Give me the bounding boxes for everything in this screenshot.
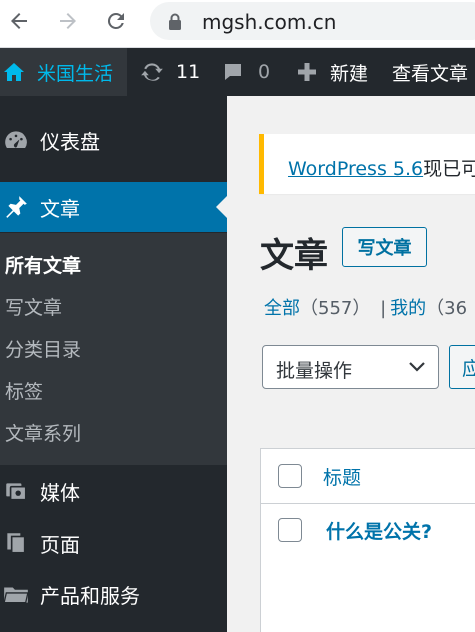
lock-icon xyxy=(169,13,181,30)
submenu-item-new-post[interactable]: 写文章 xyxy=(5,293,62,320)
sidebar-item-pages[interactable]: 页面 xyxy=(0,518,227,568)
sidebar-item-label: 产品和服务 xyxy=(40,583,140,608)
reload-button[interactable] xyxy=(101,6,131,36)
notice-update-link[interactable]: WordPress 5.6 xyxy=(288,158,423,180)
submenu-item-series[interactable]: 文章系列 xyxy=(5,419,81,446)
comments-icon[interactable] xyxy=(221,48,245,96)
table-header: 标题 xyxy=(261,449,475,504)
row-checkbox[interactable] xyxy=(278,518,302,542)
bulk-action-select[interactable]: 批量操作 xyxy=(262,345,439,389)
pin-icon xyxy=(2,193,30,221)
post-status-filters: 全部（557） | 我的（36 xyxy=(264,294,467,320)
filter-mine-link[interactable]: 我的 xyxy=(390,298,426,319)
home-icon[interactable] xyxy=(2,48,26,96)
post-title-link[interactable]: 什么是公关? xyxy=(326,517,432,544)
url-text: mgsh.com.cn xyxy=(202,10,337,34)
submenu-item-tags[interactable]: 标签 xyxy=(5,377,43,404)
sidebar-item-posts[interactable]: 文章 xyxy=(0,182,227,232)
wp-admin-bar: 米国生活 11 0 新建 查看文章 xyxy=(0,48,475,96)
media-icon xyxy=(2,477,30,505)
add-new-post-button[interactable]: 写文章 xyxy=(342,227,427,267)
current-menu-arrow xyxy=(216,196,227,218)
screen: mgsh.com.cn 米国生活 11 0 新建 查看文章 仪表盘 文章 所有文… xyxy=(0,0,475,632)
select-all-checkbox[interactable] xyxy=(278,464,302,488)
page-icon xyxy=(2,529,30,557)
posts-submenu: 所有文章 写文章 分类目录 标签 文章系列 xyxy=(0,233,227,465)
notice-text: WordPress 5.6现已可 xyxy=(288,154,475,181)
updates-icon[interactable] xyxy=(139,48,165,96)
browser-toolbar: mgsh.com.cn xyxy=(0,0,475,48)
address-bar[interactable]: mgsh.com.cn xyxy=(150,2,475,40)
dashboard-icon xyxy=(2,126,30,154)
sidebar-item-label: 页面 xyxy=(40,532,80,557)
filter-separator: | xyxy=(380,298,387,319)
sidebar-item-label: 仪表盘 xyxy=(40,129,100,154)
back-button[interactable] xyxy=(4,6,34,36)
arrow-right-icon xyxy=(60,13,76,29)
notice-rest: 现已可 xyxy=(423,158,475,180)
folder-icon xyxy=(2,580,30,608)
admin-sidebar: 仪表盘 文章 所有文章 写文章 分类目录 标签 文章系列 媒体 页面 产品和服务 xyxy=(0,96,227,632)
filter-mine-count: （36 xyxy=(426,298,468,319)
arrow-left-icon xyxy=(11,13,27,29)
posts-table: 标题 什么是公关? xyxy=(260,448,475,632)
column-title-header[interactable]: 标题 xyxy=(323,463,361,490)
bulk-action-value: 批量操作 xyxy=(276,360,353,382)
update-notice: WordPress 5.6现已可 xyxy=(259,134,475,194)
reload-icon xyxy=(107,12,124,29)
sidebar-item-dashboard[interactable]: 仪表盘 xyxy=(0,115,227,165)
plus-icon[interactable] xyxy=(296,48,318,96)
view-posts-link[interactable]: 查看文章 xyxy=(392,48,468,96)
sidebar-item-media[interactable]: 媒体 xyxy=(0,466,227,516)
forward-button[interactable] xyxy=(53,6,83,36)
comments-count[interactable]: 0 xyxy=(258,48,270,96)
page-title: 文章 xyxy=(260,236,328,276)
submenu-item-all-posts[interactable]: 所有文章 xyxy=(5,251,81,278)
sidebar-item-products[interactable]: 产品和服务 xyxy=(0,569,227,619)
main-content: WordPress 5.6现已可 文章 写文章 全部（557） | 我的（36 批… xyxy=(227,96,475,632)
submenu-item-categories[interactable]: 分类目录 xyxy=(5,335,81,362)
site-name-link[interactable]: 米国生活 xyxy=(37,48,113,96)
new-content-link[interactable]: 新建 xyxy=(330,48,368,96)
filter-all-link[interactable]: 全部 xyxy=(264,298,300,319)
chevron-down-icon xyxy=(409,362,425,372)
updates-count[interactable]: 11 xyxy=(176,48,200,96)
sidebar-item-label: 媒体 xyxy=(40,480,80,505)
sidebar-item-label: 文章 xyxy=(40,196,80,221)
apply-button[interactable]: 应 xyxy=(449,345,475,389)
filter-all-count: （557） xyxy=(300,298,371,319)
